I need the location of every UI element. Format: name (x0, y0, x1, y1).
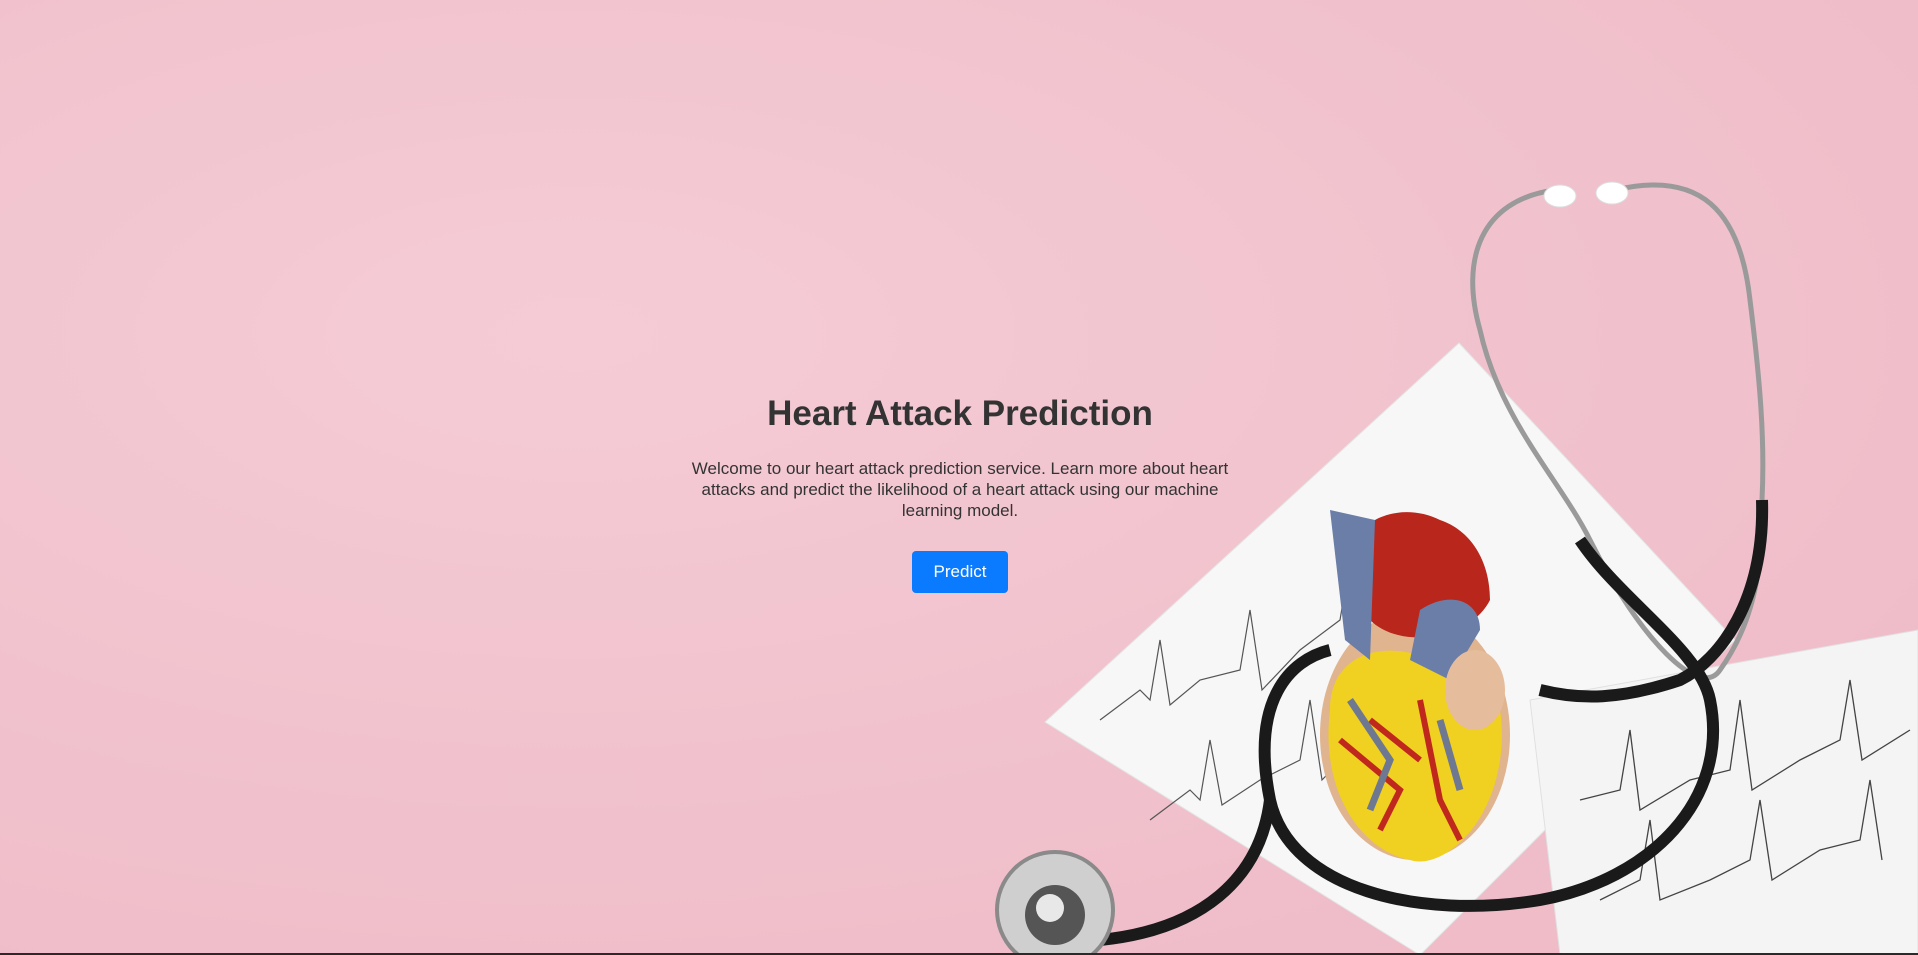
hero-section: Heart Attack Prediction Welcome to our h… (680, 390, 1240, 593)
predict-button[interactable]: Predict (911, 551, 1009, 593)
page-title: Heart Attack Prediction (767, 394, 1153, 433)
page-description: Welcome to our heart attack prediction s… (691, 459, 1229, 520)
heart-model (1320, 510, 1510, 862)
